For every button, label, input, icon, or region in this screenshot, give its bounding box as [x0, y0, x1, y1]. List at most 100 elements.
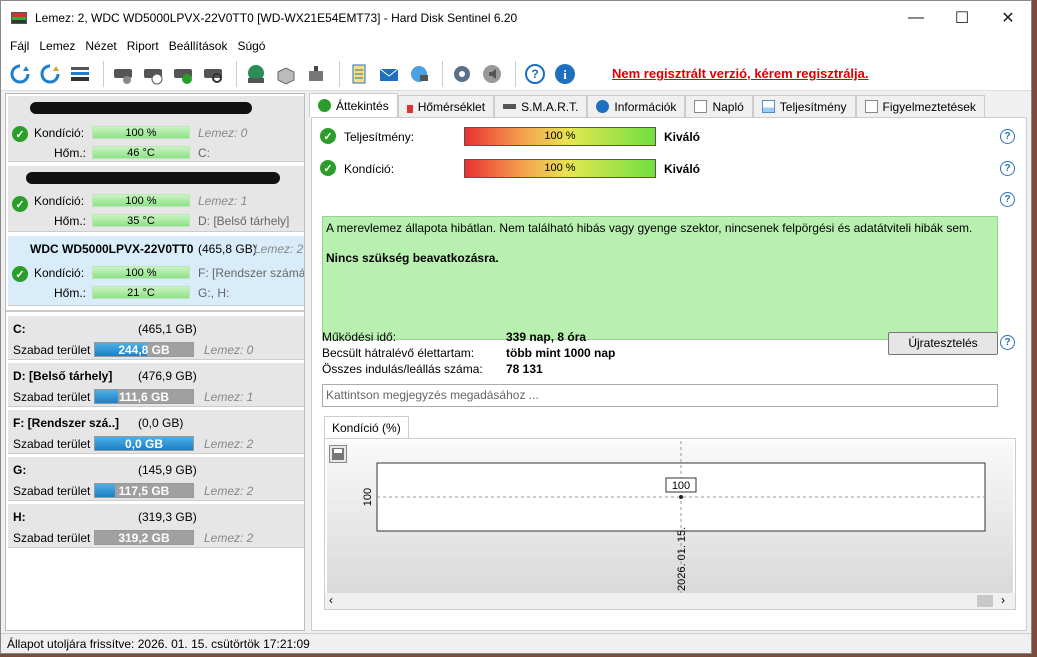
info-icon[interactable]: i — [552, 61, 578, 87]
volume-size: (465,1 GB) — [138, 322, 197, 336]
performance-rating: Kiváló — [664, 130, 701, 144]
status-text: A merevlemez állapota hibátlan. Nem talá… — [326, 221, 973, 235]
title-bar: Lemez: 2, WDC WD5000LPVX-22V0TT0 [WD-WX2… — [1, 1, 1031, 35]
free-space-bar: 0,0 GB — [94, 436, 194, 451]
disk-info-icon[interactable] — [67, 61, 93, 87]
uptime-label: Működési idő: — [322, 330, 397, 344]
performance-chart-icon — [761, 100, 775, 113]
menu-disk[interactable]: Lemez — [34, 39, 80, 53]
refresh-all-icon[interactable] — [37, 61, 63, 87]
maximize-button[interactable]: ☐ — [939, 1, 985, 35]
svg-text:i: i — [563, 67, 567, 82]
free-space-bar: 117,5 GB — [94, 483, 194, 498]
retest-button[interactable]: Újratesztelés — [888, 332, 998, 355]
volume-card-c[interactable]: C: (465,1 GB) Szabad terület 244,8 GB Le… — [8, 316, 304, 360]
register-link[interactable]: Nem regisztrált verzió, kérem regisztrál… — [612, 66, 869, 81]
details-panel: Áttekintés Hőmérséklet S.M.A.R.T. Inform… — [309, 93, 1031, 631]
volume-card-h[interactable]: H: (319,3 GB) Szabad terület 319,2 GB Le… — [8, 504, 304, 548]
help-icon[interactable]: ? — [1000, 161, 1015, 176]
hdd-icon[interactable] — [273, 61, 299, 87]
menu-bar: Fájl Lemez Nézet Riport Beállítások Súgó — [1, 35, 1031, 57]
volume-disk: Lemez: 2 — [204, 437, 254, 451]
tab-overview[interactable]: Áttekintés — [309, 93, 398, 117]
email-icon[interactable] — [376, 61, 402, 87]
disk-search-icon[interactable] — [200, 61, 226, 87]
condition-label: Kondíció: — [34, 266, 85, 280]
tab-smart[interactable]: S.M.A.R.T. — [494, 95, 588, 117]
temp-bar: 21 °C — [92, 286, 190, 299]
notepad-icon[interactable] — [346, 61, 372, 87]
volume-disk: Lemez: 2 — [204, 484, 254, 498]
sound-icon[interactable] — [479, 61, 505, 87]
disk-name: WDC WD5000LPVX-22V0TT0 — [30, 242, 194, 256]
volume-card-g[interactable]: G: (145,9 GB) Szabad terület 117,5 GB Le… — [8, 457, 304, 501]
chart-tab-condition[interactable]: Kondíció (%) — [324, 416, 409, 438]
network-disk-icon[interactable] — [243, 61, 269, 87]
menu-settings[interactable]: Beállítások — [164, 39, 233, 53]
volume-card-f[interactable]: F: [Rendszer szá..] (0,0 GB) Szabad terü… — [8, 410, 304, 454]
tab-information[interactable]: Információk — [587, 95, 686, 117]
usb-disk-icon[interactable] — [303, 61, 329, 87]
volume-disk: Lemez: 2 — [204, 531, 254, 545]
condition-chart-area: 100 100 2026. 01. 15. ‹ › — [324, 438, 1016, 610]
scroll-thumb[interactable] — [977, 595, 993, 607]
refresh-icon[interactable] — [7, 61, 33, 87]
tab-log[interactable]: Napló — [685, 95, 753, 117]
thermometer-icon — [406, 100, 413, 113]
status-bar: Állapot utoljára frissítve: 2026. 01. 15… — [1, 633, 1031, 653]
condition-rating: Kiváló — [664, 162, 701, 176]
y-tick-label: 100 — [362, 488, 374, 506]
document-icon — [864, 100, 878, 113]
menu-report[interactable]: Riport — [122, 39, 164, 53]
settings-icon[interactable] — [449, 61, 475, 87]
volume-name: H: — [13, 510, 26, 524]
horizontal-scrollbar[interactable]: ‹ › — [325, 593, 1015, 609]
volume-card-d[interactable]: D: [Belső tárhely] (476,9 GB) Szabad ter… — [8, 363, 304, 407]
tab-performance[interactable]: Teljesítmény — [752, 95, 856, 117]
condition-bar: 100 % — [92, 266, 190, 279]
disk-schedule-icon[interactable] — [140, 61, 166, 87]
temp-label: Hőm.: — [54, 146, 87, 160]
volume-disk: Lemez: 1 — [204, 390, 254, 404]
volume-size: (319,3 GB) — [138, 510, 197, 524]
volume-name: F: [Rendszer szá..] — [13, 416, 120, 430]
lifetime-value: több mint 1000 nap — [506, 346, 616, 360]
disk-status-icon[interactable] — [110, 61, 136, 87]
menu-help[interactable]: Súgó — [232, 39, 270, 53]
menu-view[interactable]: Nézet — [80, 39, 121, 53]
close-button[interactable]: ✕ — [985, 1, 1031, 35]
disk-card-2[interactable]: WDC WD5000LPVX-22V0TT0 (465,8 GB) Lemez:… — [8, 236, 304, 306]
free-space-bar: 111,6 GB — [94, 389, 194, 404]
menu-file[interactable]: Fájl — [5, 39, 34, 53]
help-icon[interactable]: ? — [522, 61, 548, 87]
tab-alerts[interactable]: Figyelmeztetések — [855, 95, 985, 117]
temp-bar: 46 °C — [92, 146, 190, 159]
tab-temperature[interactable]: Hőmérséklet — [397, 95, 495, 117]
data-label: 100 — [672, 480, 690, 492]
note-input[interactable]: Kattintson megjegyzés megadásához ... — [322, 384, 998, 407]
disk-card-1[interactable]: ✓ Kondíció: 100 % Lemez: 1 Hőm.: 35 °C D… — [8, 166, 304, 232]
help-icon[interactable]: ? — [1000, 335, 1015, 350]
scroll-left-arrow[interactable]: ‹ — [329, 593, 333, 607]
save-icon[interactable] — [329, 445, 347, 463]
minimize-button[interactable]: — — [893, 1, 939, 35]
condition-label: Kondíció: — [34, 126, 85, 140]
condition-label: Kondíció: — [34, 194, 85, 208]
tab-strip: Áttekintés Hőmérséklet S.M.A.R.T. Inform… — [309, 93, 985, 117]
ok-check-icon: ✓ — [12, 126, 28, 142]
condition-chart: 100 100 2026. 01. 15. — [362, 441, 986, 593]
scroll-right-arrow[interactable]: › — [1001, 593, 1005, 607]
redacted-disk-name — [30, 102, 252, 114]
network-icon[interactable] — [406, 61, 432, 87]
help-icon[interactable]: ? — [1000, 129, 1015, 144]
help-icon[interactable]: ? — [1000, 192, 1015, 207]
info-icon — [596, 100, 610, 113]
disk-ok-icon[interactable] — [170, 61, 196, 87]
condition-bar: 100 % — [92, 194, 190, 207]
overview-content: ✓ Teljesítmény: 100 % Kiváló ? ✓ Kondíci… — [311, 117, 1027, 631]
free-space-label: Szabad terület — [13, 437, 91, 451]
disk-index: Lemez: 2 — [254, 242, 304, 256]
performance-bar: 100 % — [464, 127, 656, 146]
volume-name: G: — [13, 463, 27, 477]
disk-card-0[interactable]: ✓ Kondíció: 100 % Lemez: 0 Hőm.: 46 °C C… — [8, 96, 304, 162]
